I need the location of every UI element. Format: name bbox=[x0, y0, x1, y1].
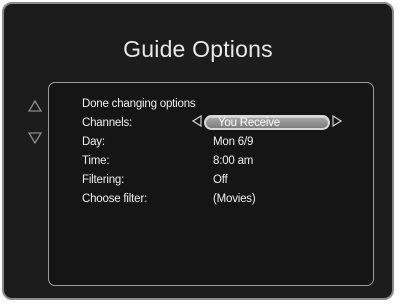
option-label-choose-filter: Choose filter: bbox=[82, 192, 147, 205]
done-changing-options-label: Done changing options bbox=[82, 98, 196, 110]
left-arrow-icon[interactable] bbox=[191, 114, 202, 130]
option-row-day[interactable]: Day: Mon 6/9 bbox=[82, 132, 365, 151]
done-changing-options-item[interactable]: Done changing options bbox=[82, 95, 365, 113]
option-label-time: Time: bbox=[82, 154, 110, 167]
page-title: Guide Options bbox=[123, 36, 273, 62]
option-row-choose-filter[interactable]: Choose filter: (Movies) bbox=[82, 189, 365, 208]
option-value-day: Mon 6/9 bbox=[213, 135, 254, 148]
option-value-time: 8:00 am bbox=[213, 154, 254, 167]
guide-options-panel: Done changing options Channels: You Rece… bbox=[48, 82, 374, 286]
tv-guide-screen: Guide Options Done changing options Chan… bbox=[2, 2, 394, 300]
selected-value-pill[interactable]: You Receive bbox=[204, 115, 330, 130]
channels-selector[interactable]: You Receive bbox=[191, 114, 343, 130]
option-value-choose-filter: (Movies) bbox=[213, 192, 256, 205]
option-row-time[interactable]: Time: 8:00 am bbox=[82, 151, 365, 170]
option-row-channels[interactable]: Channels: You Receive bbox=[82, 113, 365, 132]
option-label-channels: Channels: bbox=[82, 116, 132, 129]
option-label-day: Day: bbox=[82, 135, 105, 148]
right-arrow-icon[interactable] bbox=[332, 114, 343, 130]
option-row-filtering[interactable]: Filtering: Off bbox=[82, 170, 365, 189]
option-label-filtering: Filtering: bbox=[82, 173, 125, 186]
option-value-filtering: Off bbox=[213, 173, 228, 186]
